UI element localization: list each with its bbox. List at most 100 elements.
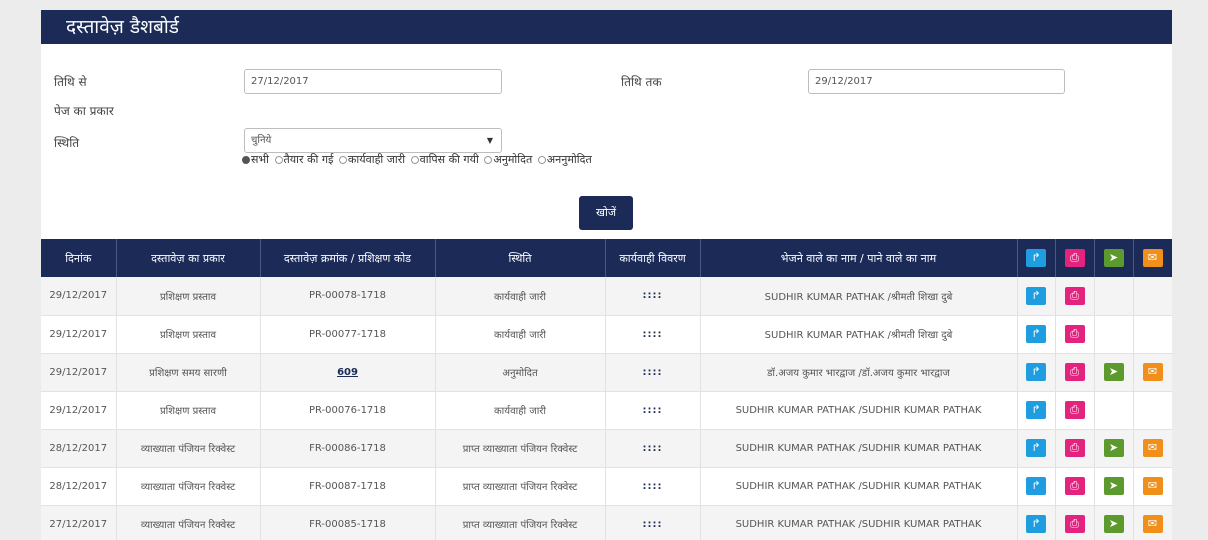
print-icon[interactable]: ⎙ [1064, 477, 1085, 495]
forward-icon[interactable]: ↱ [1026, 401, 1046, 419]
detail-link[interactable]: :::: [643, 481, 663, 492]
send-icon[interactable]: ➤ [1103, 477, 1124, 495]
cell-names: SUDHIR KUMAR PATHAK /SUDHIR KUMAR PATHAK [700, 429, 1018, 468]
cell-code: FR-00086-1718 [260, 429, 436, 468]
forward-icon[interactable]: ↱ [1026, 325, 1046, 343]
status-radio-group: सभी तैयार की गई कार्यवाही जारी वापिस की … [242, 152, 594, 167]
cell-type: प्रशिक्षण प्रस्ताव [116, 315, 261, 354]
page-title: दस्तावेज़ डैशबोर्ड [41, 10, 1172, 44]
detail-link[interactable]: :::: [643, 405, 663, 416]
cell-status: कार्यवाही जारी [435, 277, 606, 316]
cell-type: प्रशिक्षण प्रस्ताव [116, 391, 261, 430]
status-radio-in-progress[interactable]: कार्यवाही जारी [338, 152, 405, 167]
forward-icon[interactable]: ↱ [1026, 515, 1046, 533]
detail-link[interactable]: :::: [643, 290, 663, 301]
radio-selected-icon [242, 156, 250, 164]
document-dashboard-panel: दस्तावेज़ डैशबोर्ड तिथि से 27/12/2017 ति… [41, 10, 1172, 540]
cell-code: PR-00076-1718 [260, 391, 436, 430]
print-icon[interactable]: ⎙ [1064, 515, 1085, 533]
mail-icon[interactable]: ✉ [1142, 477, 1163, 495]
cell-type: व्याख्याता पंजियन रिक्वेस्ट [116, 505, 261, 540]
to-date-label: तिथि तक [621, 75, 662, 89]
page-type-select-value: चुनिये [251, 135, 272, 146]
cell-date: 29/12/2017 [41, 391, 117, 430]
cell-date: 28/12/2017 [41, 467, 117, 506]
column-header-code: दस्तावेज़ क्रमांक / प्रशिक्षण कोड [260, 239, 436, 277]
print-icon[interactable]: ⎙ [1064, 286, 1085, 305]
radio-icon [410, 156, 419, 164]
send-icon[interactable]: ➤ [1103, 249, 1124, 267]
cell-names: SUDHIR KUMAR PATHAK /SUDHIR KUMAR PATHAK [700, 391, 1018, 430]
forward-icon[interactable]: ↱ [1026, 477, 1046, 495]
filter-form: तिथि से 27/12/2017 तिथि तक 29/12/2017 पे… [41, 44, 1172, 239]
table-row: 27/12/2017 व्याख्याता पंजियन रिक्वेस्ट F… [41, 505, 1172, 540]
cell-code: FR-00087-1718 [260, 467, 436, 506]
table-row: 29/12/2017 प्रशिक्षण प्रस्ताव PR-00076-1… [41, 391, 1172, 430]
status-radio-prepared[interactable]: तैयार की गई [274, 152, 333, 167]
status-radio-all[interactable]: सभी [242, 152, 269, 167]
print-icon[interactable]: ⎙ [1064, 439, 1085, 457]
status-radio-unapproved[interactable]: अननुमोदित [537, 152, 592, 167]
search-button[interactable]: खोजें [579, 196, 633, 230]
detail-link[interactable]: :::: [643, 367, 663, 378]
documents-table: दिनांक दस्तावेज़ का प्रकार दस्तावेज़ क्र… [41, 239, 1172, 540]
forward-icon[interactable]: ↱ [1026, 249, 1046, 267]
cell-status: अनुमोदित [435, 353, 606, 392]
table-row: 29/12/2017 प्रशिक्षण प्रस्ताव PR-00078-1… [41, 277, 1172, 316]
print-icon[interactable]: ⎙ [1064, 401, 1085, 419]
table-row: 29/12/2017 प्रशिक्षण समय सारणी 609 अनुमो… [41, 353, 1172, 392]
mail-icon[interactable]: ✉ [1142, 363, 1163, 381]
cell-date: 29/12/2017 [41, 353, 117, 392]
radio-icon [537, 156, 546, 164]
cell-status: प्राप्त व्याख्याता पंजियन रिक्वेस्ट [435, 467, 606, 506]
to-date-input[interactable]: 29/12/2017 [808, 69, 1065, 94]
cell-code: FR-00085-1718 [260, 505, 436, 540]
column-header-type: दस्तावेज़ का प्रकार [116, 239, 261, 277]
forward-icon[interactable]: ↱ [1026, 363, 1046, 381]
mail-icon[interactable]: ✉ [1142, 515, 1163, 533]
page-type-select[interactable]: चुनिये ▼ [244, 128, 502, 153]
status-radio-returned[interactable]: वापिस की गयी [410, 152, 479, 167]
send-icon[interactable]: ➤ [1103, 515, 1124, 533]
table-row: 29/12/2017 प्रशिक्षण प्रस्ताव PR-00077-1… [41, 315, 1172, 354]
cell-names: SUDHIR KUMAR PATHAK /SUDHIR KUMAR PATHAK [700, 467, 1018, 506]
cell-names: SUDHIR KUMAR PATHAK /श्रीमती शिखा दुबे [700, 315, 1018, 354]
page-type-label: पेज का प्रकार [54, 104, 114, 118]
from-date-label: तिथि से [54, 75, 87, 89]
cell-type: व्याख्याता पंजियन रिक्वेस्ट [116, 429, 261, 468]
send-icon[interactable]: ➤ [1103, 363, 1124, 381]
print-icon[interactable]: ⎙ [1064, 325, 1085, 343]
cell-date: 28/12/2017 [41, 429, 117, 468]
print-icon[interactable]: ⎙ [1064, 363, 1085, 381]
detail-link[interactable]: :::: [643, 443, 663, 454]
from-date-input[interactable]: 27/12/2017 [244, 69, 502, 94]
detail-link[interactable]: :::: [643, 329, 663, 340]
column-header-detail: कार्यवाही विवरण [605, 239, 701, 277]
cell-status: कार्यवाही जारी [435, 391, 606, 430]
status-radio-approved[interactable]: अनुमोदित [484, 152, 532, 167]
detail-link[interactable]: :::: [643, 519, 663, 530]
cell-date: 29/12/2017 [41, 315, 117, 354]
dropdown-arrow-icon: ▼ [486, 136, 493, 145]
mail-icon[interactable]: ✉ [1142, 249, 1163, 267]
forward-icon[interactable]: ↱ [1026, 286, 1046, 305]
code-link[interactable]: 609 [337, 367, 358, 378]
cell-date: 27/12/2017 [41, 505, 117, 540]
send-icon[interactable]: ➤ [1103, 439, 1124, 457]
print-icon[interactable]: ⎙ [1064, 249, 1085, 267]
column-header-date: दिनांक [41, 239, 117, 277]
cell-names: डॉ.अजय कुमार भारद्वाज /डॉ.अजय कुमार भारद… [700, 353, 1018, 392]
column-header-status: स्थिति [435, 239, 606, 277]
radio-icon [484, 156, 493, 164]
cell-names: SUDHIR KUMAR PATHAK /श्रीमती शिखा दुबे [700, 277, 1018, 316]
cell-status: प्राप्त व्याख्याता पंजियन रिक्वेस्ट [435, 429, 606, 468]
cell-type: व्याख्याता पंजियन रिक्वेस्ट [116, 467, 261, 506]
table-row: 28/12/2017 व्याख्याता पंजियन रिक्वेस्ट F… [41, 429, 1172, 468]
status-label: स्थिति [54, 136, 80, 150]
forward-icon[interactable]: ↱ [1026, 439, 1046, 457]
table-row: 28/12/2017 व्याख्याता पंजियन रिक्वेस्ट F… [41, 467, 1172, 506]
mail-icon[interactable]: ✉ [1142, 439, 1163, 457]
cell-names: SUDHIR KUMAR PATHAK /SUDHIR KUMAR PATHAK [700, 505, 1018, 540]
radio-icon [274, 156, 283, 164]
cell-status: कार्यवाही जारी [435, 315, 606, 354]
